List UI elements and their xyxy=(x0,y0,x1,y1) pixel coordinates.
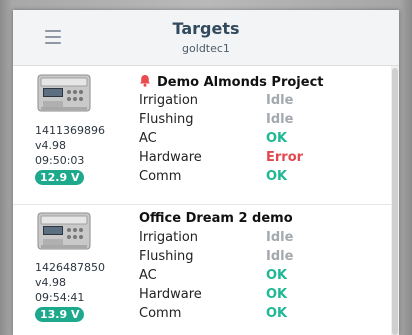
row-value-comm: OK xyxy=(266,306,288,321)
row-value-irrigation: Idle xyxy=(266,93,294,108)
target-id: 1411369896 xyxy=(35,124,105,137)
target-card[interactable]: 1426487850 v4.98 09:54:41 13.9 V Office … xyxy=(13,205,399,335)
alert-bell-icon xyxy=(140,75,150,87)
row-label-irrigation: Irrigation xyxy=(139,93,199,108)
target-name: Office Dream 2 demo xyxy=(139,211,293,226)
targets-list: 1411369896 v4.98 09:50:03 12.9 V Demo Al… xyxy=(13,66,399,335)
target-time: 09:54:41 xyxy=(35,291,85,304)
row-value-comm: OK xyxy=(266,169,288,184)
row-value-hardware: OK xyxy=(266,287,288,302)
target-id: 1426487850 xyxy=(35,261,105,274)
row-value-flushing: Idle xyxy=(266,112,294,127)
row-value-ac: OK xyxy=(266,268,288,283)
row-label-flushing: Flushing xyxy=(139,112,194,127)
row-label-hardware: Hardware xyxy=(139,287,202,302)
row-label-ac: AC xyxy=(139,131,157,146)
target-name: Demo Almonds Project xyxy=(139,74,324,90)
page-title: Targets xyxy=(172,19,240,38)
row-label-flushing: Flushing xyxy=(139,249,194,264)
row-value-irrigation: Idle xyxy=(266,230,294,245)
row-label-comm: Comm xyxy=(139,306,182,321)
voltage-badge: 13.9 V xyxy=(35,307,85,322)
scrollbar-thumb[interactable] xyxy=(392,68,398,335)
target-version: v4.98 xyxy=(35,139,67,152)
row-value-hardware: Error xyxy=(266,150,304,165)
target-name-label: Demo Almonds Project xyxy=(157,75,324,90)
target-card[interactable]: 1411369896 v4.98 09:50:03 12.9 V Demo Al… xyxy=(13,66,399,205)
controller-device-icon xyxy=(37,212,91,250)
target-version: v4.98 xyxy=(35,276,67,289)
row-label-irrigation: Irrigation xyxy=(139,230,199,245)
voltage-badge: 12.9 V xyxy=(35,170,85,185)
row-value-ac: OK xyxy=(266,131,288,146)
row-label-comm: Comm xyxy=(139,169,182,184)
targets-panel: Targets goldtec1 1411369896 v4.98 09:50:… xyxy=(13,10,399,335)
header-bar: Targets goldtec1 xyxy=(13,10,399,66)
row-value-flushing: Idle xyxy=(266,249,294,264)
row-label-ac: AC xyxy=(139,268,157,283)
page-subtitle: goldtec1 xyxy=(182,42,230,55)
row-label-hardware: Hardware xyxy=(139,150,202,165)
target-time: 09:50:03 xyxy=(35,154,85,167)
controller-device-icon xyxy=(37,74,91,112)
